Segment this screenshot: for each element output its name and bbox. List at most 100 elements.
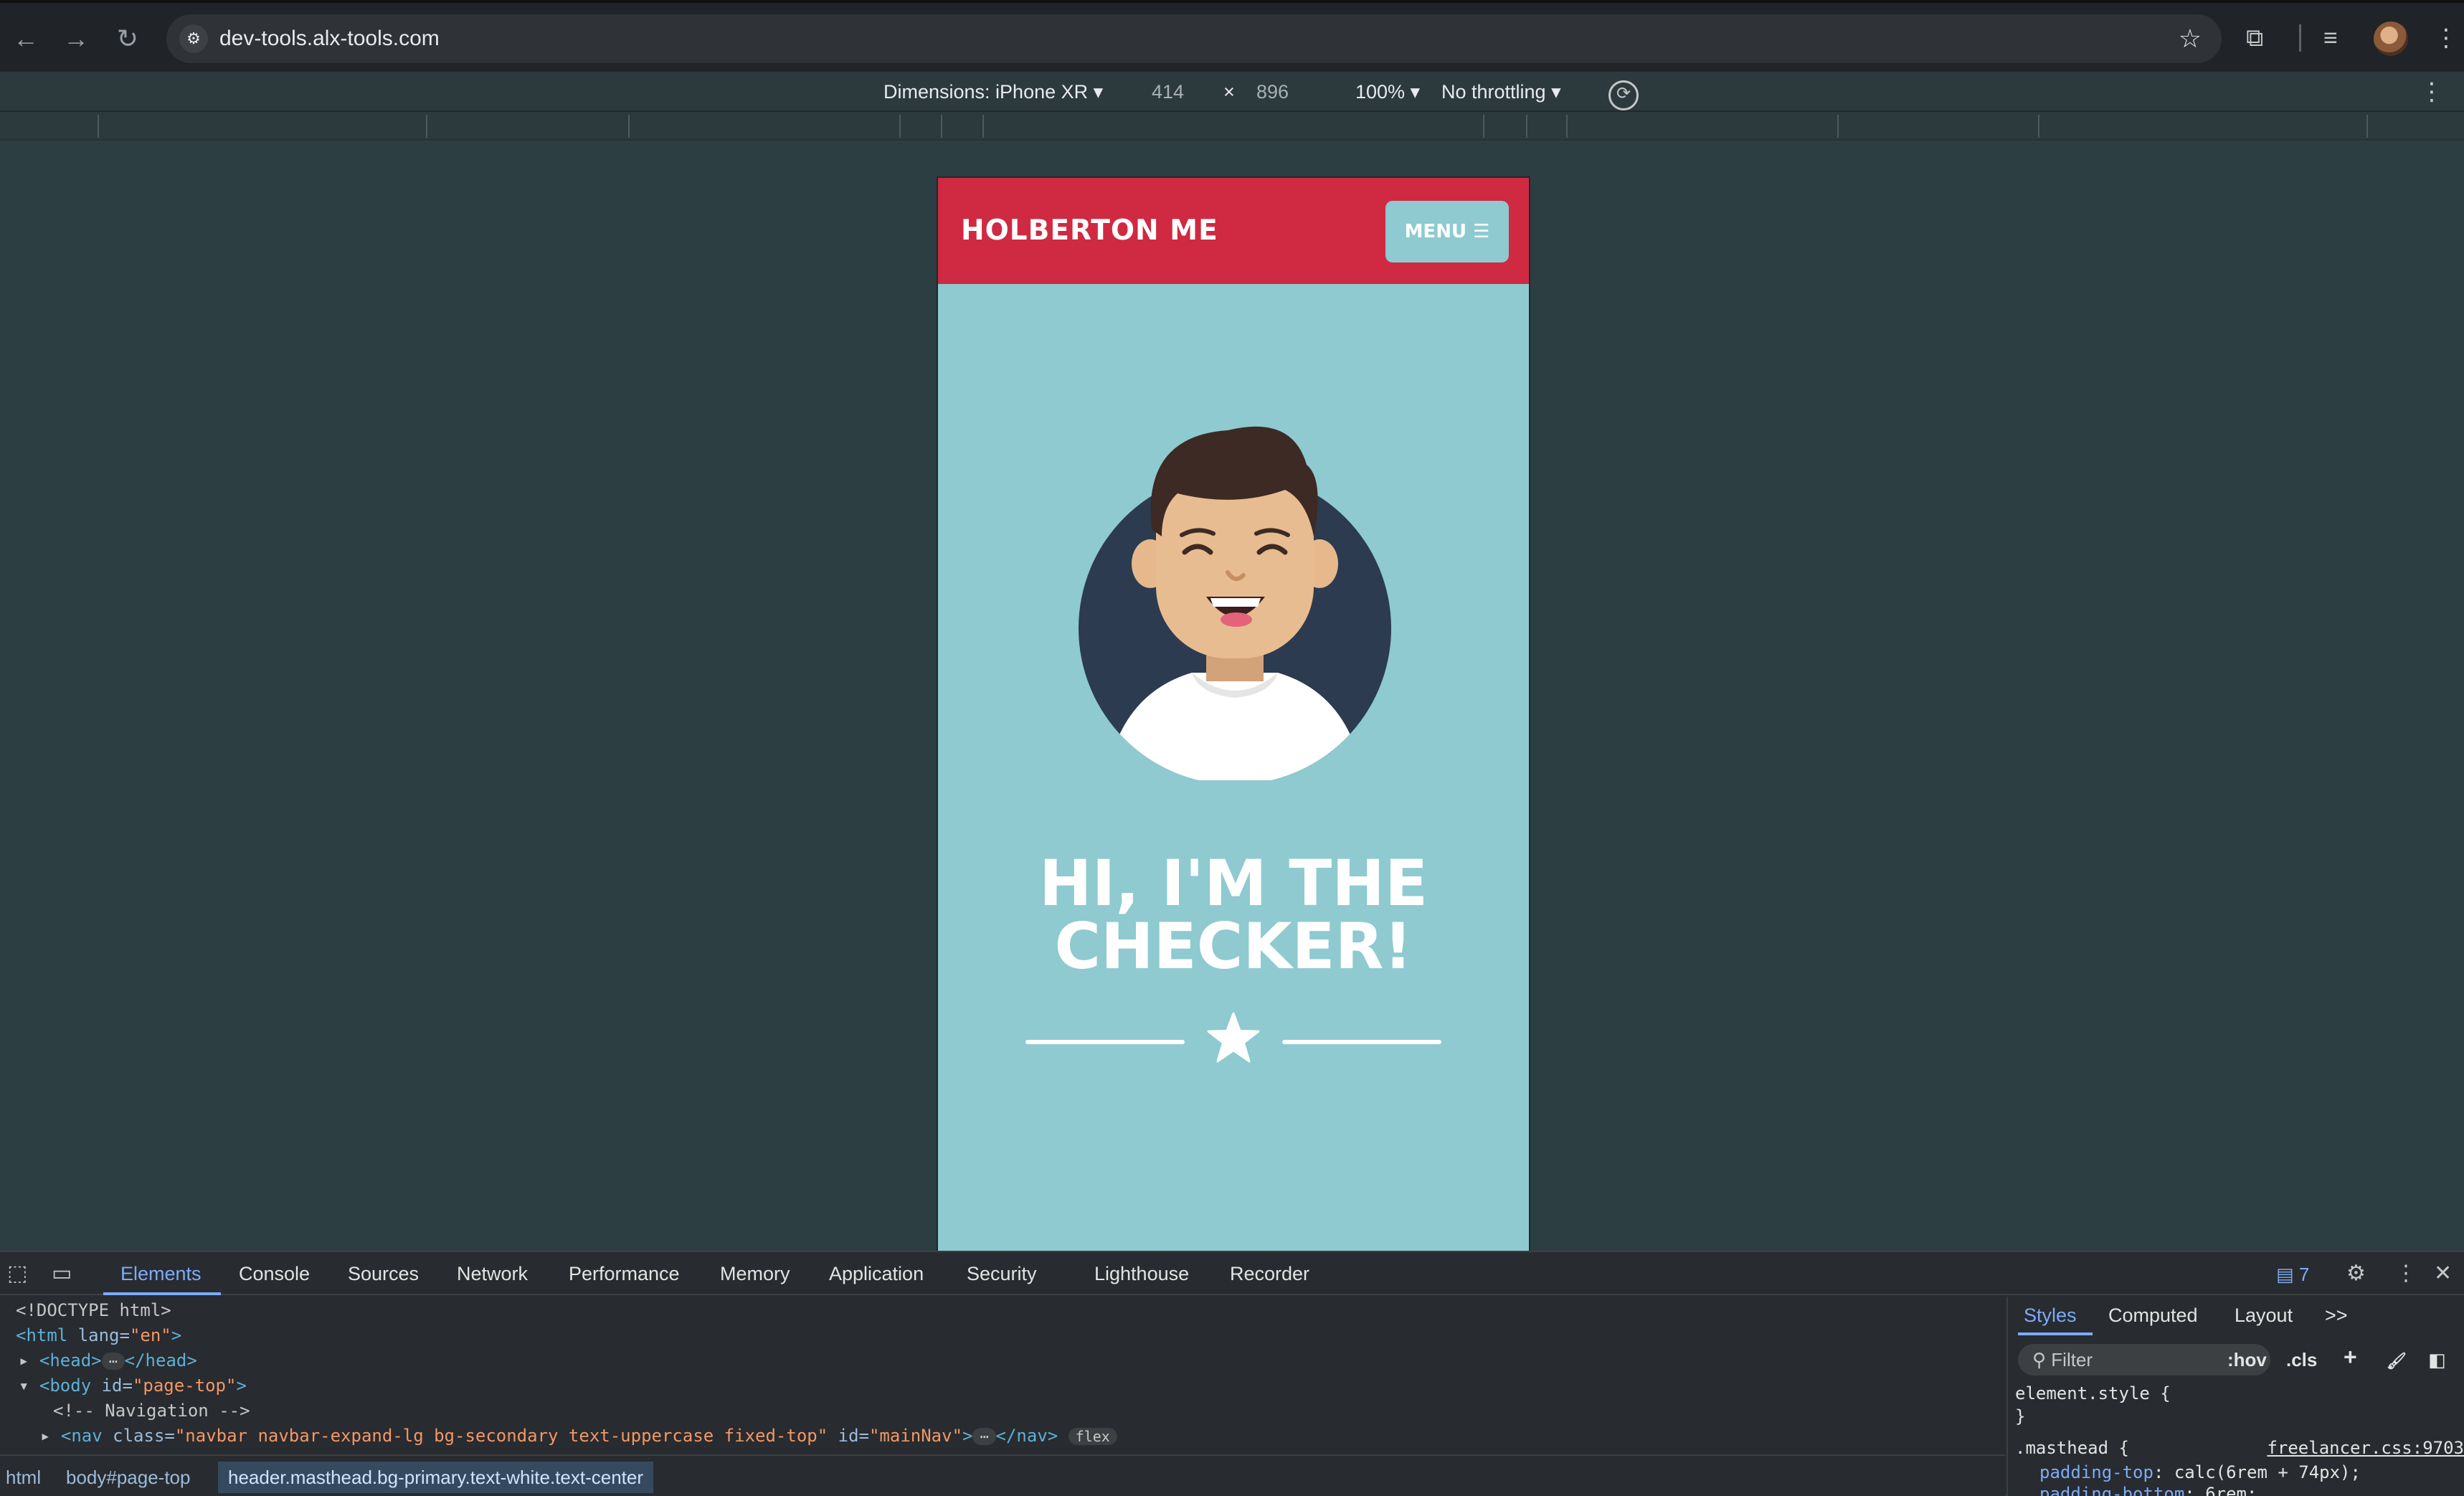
close-icon[interactable]: ✕ xyxy=(2434,1261,2452,1287)
elements-tree: <!DOCTYPE html> <html lang="en"> ▸ <head… xyxy=(0,1297,2005,1454)
tab-security[interactable]: Security xyxy=(967,1262,1037,1285)
inspect-element-icon[interactable]: ⬚ xyxy=(7,1261,27,1287)
tab-layout[interactable]: Layout xyxy=(2235,1304,2293,1327)
tab-network[interactable]: Network xyxy=(457,1262,528,1285)
bookmark-star-icon[interactable]: ☆ xyxy=(2179,23,2202,55)
browser-toolbar: ← → ↻ ⚙ dev-tools.alx-tools.com ☆ ⧉ ≡ ⋮ xyxy=(0,0,2464,72)
more-tabs-chevron-icon[interactable]: >> xyxy=(2325,1304,2348,1327)
flex-badge[interactable]: flex xyxy=(1068,1428,1117,1445)
toggle-sidebar-icon[interactable]: ◧ xyxy=(2428,1348,2446,1371)
body-node[interactable]: ▾ <body id="page-top"> xyxy=(19,1373,247,1398)
messages-counter[interactable]: ▤ 7 xyxy=(2276,1264,2309,1285)
media-query-marker[interactable] xyxy=(1566,115,1568,138)
filter-icon: ⚲ xyxy=(2032,1349,2052,1370)
toolbar-divider xyxy=(2299,24,2301,52)
element-style-rule[interactable]: element.style { xyxy=(2015,1381,2171,1406)
hover-state-button[interactable]: :hov xyxy=(2227,1348,2267,1371)
active-tab-indicator xyxy=(103,1292,221,1295)
zoom-select[interactable]: 100% ▾ xyxy=(1355,80,1420,103)
extensions-icon[interactable]: ⧉ xyxy=(2246,22,2263,55)
emulated-page: HOLBERTON ME MENU ☰ HI, I'M THE CHECKER! xyxy=(937,176,1530,1251)
tab-recorder[interactable]: Recorder xyxy=(1230,1262,1309,1285)
site-info-icon[interactable]: ⚙ xyxy=(179,24,208,53)
tab-elements[interactable]: Elements xyxy=(120,1262,202,1285)
tongue xyxy=(1221,612,1252,627)
device-toolbar: Dimensions: iPhone XR ▾ 414 × 896 100% ▾… xyxy=(0,72,2464,112)
star-icon xyxy=(1207,1012,1260,1063)
devtools-more-icon[interactable]: ⋮ xyxy=(2395,1261,2417,1287)
hero-title-line2: CHECKER! xyxy=(1054,909,1413,983)
messages-icon: ▤ xyxy=(2276,1264,2294,1285)
back-icon[interactable]: ← xyxy=(11,24,40,53)
browser-menu-icon[interactable]: ⋮ xyxy=(2434,22,2458,55)
media-controls-icon[interactable]: ≡ xyxy=(2323,22,2338,55)
head-node[interactable]: ▸ <head> ⋯ </head> xyxy=(19,1348,197,1373)
media-query-marker[interactable] xyxy=(941,115,942,138)
media-query-marker[interactable] xyxy=(982,115,984,138)
tab-lighthouse[interactable]: Lighthouse xyxy=(1094,1262,1189,1285)
settings-gear-icon[interactable]: ⚙ xyxy=(2346,1261,2366,1287)
device-width-input[interactable]: 414 xyxy=(1152,80,1184,103)
media-query-marker[interactable] xyxy=(628,115,630,138)
masthead-rule-selector[interactable]: .masthead { xyxy=(2015,1436,2129,1460)
divider-line-left xyxy=(1025,1040,1185,1044)
breadcrumb: html body#page-top header.masthead.bg-pr… xyxy=(0,1454,2005,1496)
media-query-marker[interactable] xyxy=(426,115,427,138)
url-text[interactable]: dev-tools.alx-tools.com xyxy=(219,24,440,53)
breadcrumb-header[interactable]: header.masthead.bg-primary.text-white.te… xyxy=(218,1462,654,1493)
breadcrumb-body[interactable]: body#page-top xyxy=(66,1466,190,1489)
expand-ellipsis[interactable]: ⋯ xyxy=(101,1353,125,1370)
css-declaration[interactable]: padding-top: calc(6rem + 74px); xyxy=(2039,1460,2361,1485)
device-height-input[interactable]: 896 xyxy=(1256,80,1289,103)
tab-computed[interactable]: Computed xyxy=(2108,1304,2198,1327)
media-query-marker[interactable] xyxy=(2366,115,2368,138)
devtools-panel: ⬚ ▭ Elements Console Sources Network Per… xyxy=(0,1251,2464,1496)
styles-pane: Styles Computed Layout >> ⚲ Filter :hov … xyxy=(2006,1297,2464,1496)
nav-node[interactable]: ▸ <nav class="navbar navbar-expand-lg bg… xyxy=(40,1424,1117,1449)
tab-console[interactable]: Console xyxy=(239,1262,310,1285)
profile-avatar[interactable] xyxy=(2374,22,2408,56)
rotate-icon[interactable]: ⟳ xyxy=(1608,80,1639,110)
tab-performance[interactable]: Performance xyxy=(569,1262,680,1285)
paint-brush-icon[interactable]: 🖌 xyxy=(2387,1350,2407,1373)
site-navbar: HOLBERTON ME MENU ☰ xyxy=(938,178,1529,284)
tab-application[interactable]: Application xyxy=(829,1262,924,1285)
media-query-marker[interactable] xyxy=(2038,115,2039,138)
reload-icon[interactable]: ↻ xyxy=(113,24,142,53)
teeth xyxy=(1210,598,1261,607)
hero-title-line1: HI, I'M THE xyxy=(1038,846,1428,920)
avatar-illustration xyxy=(1079,426,1391,780)
media-query-marker[interactable] xyxy=(1526,115,1527,138)
media-query-marker[interactable] xyxy=(98,115,99,138)
comment-node[interactable]: <!-- Navigation --> xyxy=(53,1398,250,1424)
styles-tab-indicator xyxy=(2018,1332,2093,1335)
menu-button[interactable]: MENU ☰ xyxy=(1385,201,1509,262)
stylesheet-source-link[interactable]: freelancer.css:9703 xyxy=(2267,1436,2464,1460)
device-dimensions-select[interactable]: Dimensions: iPhone XR ▾ xyxy=(883,80,1103,103)
device-toggle-icon[interactable]: ▭ xyxy=(52,1261,72,1287)
media-query-marker[interactable] xyxy=(1837,115,1839,138)
hero-title: HI, I'M THE CHECKER! xyxy=(938,852,1529,978)
doctype-node[interactable]: <!DOCTYPE html> xyxy=(16,1298,171,1323)
divider-line-right xyxy=(1282,1040,1441,1044)
breadcrumb-html[interactable]: html xyxy=(6,1466,41,1489)
media-query-marker[interactable] xyxy=(1483,115,1484,138)
device-toolbar-more-icon[interactable]: ⋮ xyxy=(2420,80,2444,104)
forward-icon[interactable]: → xyxy=(62,24,90,53)
messages-count: 7 xyxy=(2298,1264,2310,1285)
tab-memory[interactable]: Memory xyxy=(720,1262,790,1285)
devtools-tab-bar: ⬚ ▭ Elements Console Sources Network Per… xyxy=(0,1252,2464,1295)
tab-styles[interactable]: Styles xyxy=(2024,1304,2077,1327)
class-toggle-button[interactable]: .cls xyxy=(2286,1348,2317,1371)
expand-ellipsis[interactable]: ⋯ xyxy=(972,1428,996,1445)
html-node[interactable]: <html lang="en"> xyxy=(16,1323,181,1348)
throttling-select[interactable]: No throttling ▾ xyxy=(1441,80,1561,103)
css-declaration[interactable]: padding-bottom: 6rem; xyxy=(2039,1482,2257,1496)
add-rule-icon[interactable]: + xyxy=(2344,1345,2357,1368)
dimension-times-sign: × xyxy=(1223,81,1235,103)
media-query-marker[interactable] xyxy=(899,115,901,138)
site-brand[interactable]: HOLBERTON ME xyxy=(961,214,1218,248)
media-query-bar[interactable] xyxy=(0,112,2464,141)
address-bar[interactable]: ⚙ dev-tools.alx-tools.com ☆ xyxy=(166,14,2222,63)
tab-sources[interactable]: Sources xyxy=(348,1262,419,1285)
